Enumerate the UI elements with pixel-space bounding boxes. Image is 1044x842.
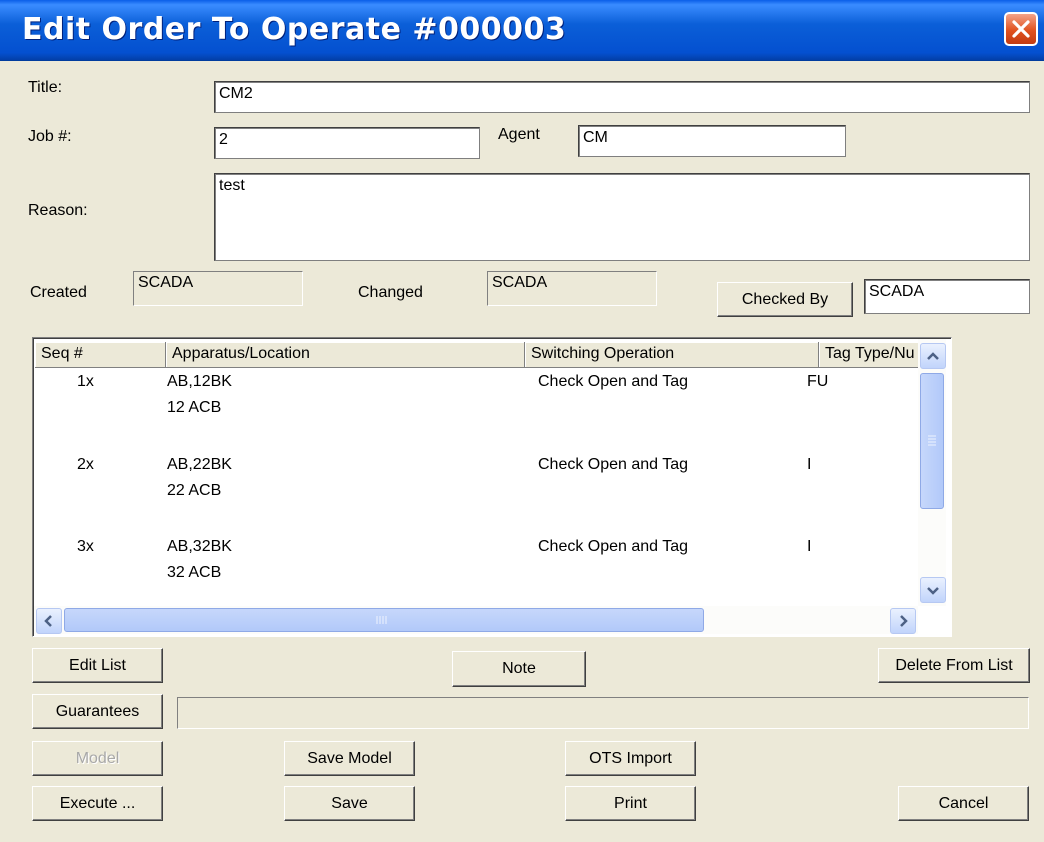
seq-cell: 2x bbox=[77, 456, 94, 473]
scroll-left-button[interactable] bbox=[36, 608, 62, 634]
checked-by-input[interactable]: SCADA bbox=[864, 279, 1030, 314]
chevron-right-icon bbox=[900, 615, 908, 627]
agent-input[interactable]: CM bbox=[578, 125, 846, 157]
created-value: SCADA bbox=[133, 271, 303, 306]
operations-list[interactable]: Seq # Apparatus/Location Switching Opera… bbox=[32, 337, 952, 637]
operation-cell: Check Open and Tag bbox=[538, 538, 689, 555]
column-header-apparatus[interactable]: Apparatus/Location bbox=[166, 342, 525, 368]
scroll-right-button[interactable] bbox=[890, 608, 916, 634]
changed-label: Changed bbox=[358, 284, 423, 301]
delete-from-list-button[interactable]: Delete From List bbox=[878, 648, 1030, 683]
job-input[interactable]: 2 bbox=[214, 127, 480, 159]
save-model-button[interactable]: Save Model bbox=[284, 741, 415, 776]
title-input[interactable]: CM2 bbox=[214, 81, 1030, 113]
model-button[interactable]: Model bbox=[32, 741, 163, 776]
tag-cell: FU bbox=[807, 373, 829, 390]
reason-textarea[interactable]: test bbox=[214, 173, 1030, 261]
print-button[interactable]: Print bbox=[565, 786, 696, 821]
checked-by-button[interactable]: Checked By bbox=[717, 282, 853, 317]
chevron-left-icon bbox=[44, 615, 52, 627]
execute-button[interactable]: Execute ... bbox=[32, 786, 163, 821]
tag-cell: I bbox=[807, 456, 812, 473]
chevron-up-icon bbox=[927, 352, 939, 360]
operation-cell: Check Open and Tag bbox=[538, 456, 689, 473]
title-label: Title: bbox=[28, 79, 63, 96]
apparatus-cell: AB,12BK bbox=[167, 373, 232, 390]
grip-icon bbox=[928, 435, 936, 446]
title-bar[interactable]: Edit Order To Operate #000003 bbox=[0, 0, 1044, 61]
created-label: Created bbox=[30, 284, 87, 301]
location-cell: 22 ACB bbox=[167, 482, 222, 499]
scroll-up-button[interactable] bbox=[920, 343, 946, 369]
note-button[interactable]: Note bbox=[452, 651, 586, 687]
ots-import-button[interactable]: OTS Import bbox=[565, 741, 696, 776]
seq-cell: 3x bbox=[77, 538, 94, 555]
window-title: Edit Order To Operate #000003 bbox=[22, 12, 567, 47]
close-button[interactable] bbox=[1004, 12, 1038, 46]
scroll-down-button[interactable] bbox=[920, 577, 946, 603]
horizontal-scroll-thumb[interactable] bbox=[64, 608, 704, 632]
reason-label: Reason: bbox=[28, 202, 88, 219]
guarantees-button[interactable]: Guarantees bbox=[32, 694, 163, 729]
changed-value: SCADA bbox=[487, 271, 657, 306]
cancel-button[interactable]: Cancel bbox=[898, 786, 1029, 821]
job-label: Job #: bbox=[28, 128, 72, 145]
vertical-scrollbar[interactable] bbox=[918, 339, 946, 606]
column-header-seq[interactable]: Seq # bbox=[35, 342, 166, 368]
vertical-scroll-thumb[interactable] bbox=[920, 373, 944, 509]
agent-label: Agent bbox=[498, 126, 540, 143]
chevron-down-icon bbox=[927, 587, 939, 595]
column-header-operation[interactable]: Switching Operation bbox=[525, 342, 819, 368]
location-cell: 12 ACB bbox=[167, 399, 222, 416]
apparatus-cell: AB,22BK bbox=[167, 456, 232, 473]
close-icon bbox=[1012, 20, 1030, 38]
edit-list-button[interactable]: Edit List bbox=[32, 648, 163, 683]
column-header-tag[interactable]: Tag Type/Nu bbox=[819, 342, 923, 368]
save-button[interactable]: Save bbox=[284, 786, 415, 821]
horizontal-scrollbar[interactable] bbox=[34, 606, 918, 634]
apparatus-cell: AB,32BK bbox=[167, 538, 232, 555]
location-cell: 32 ACB bbox=[167, 564, 222, 581]
guarantees-status-bar bbox=[177, 697, 1029, 729]
tag-cell: I bbox=[807, 538, 812, 555]
seq-cell: 1x bbox=[77, 373, 94, 390]
grip-icon bbox=[376, 616, 387, 624]
operation-cell: Check Open and Tag bbox=[538, 373, 689, 390]
